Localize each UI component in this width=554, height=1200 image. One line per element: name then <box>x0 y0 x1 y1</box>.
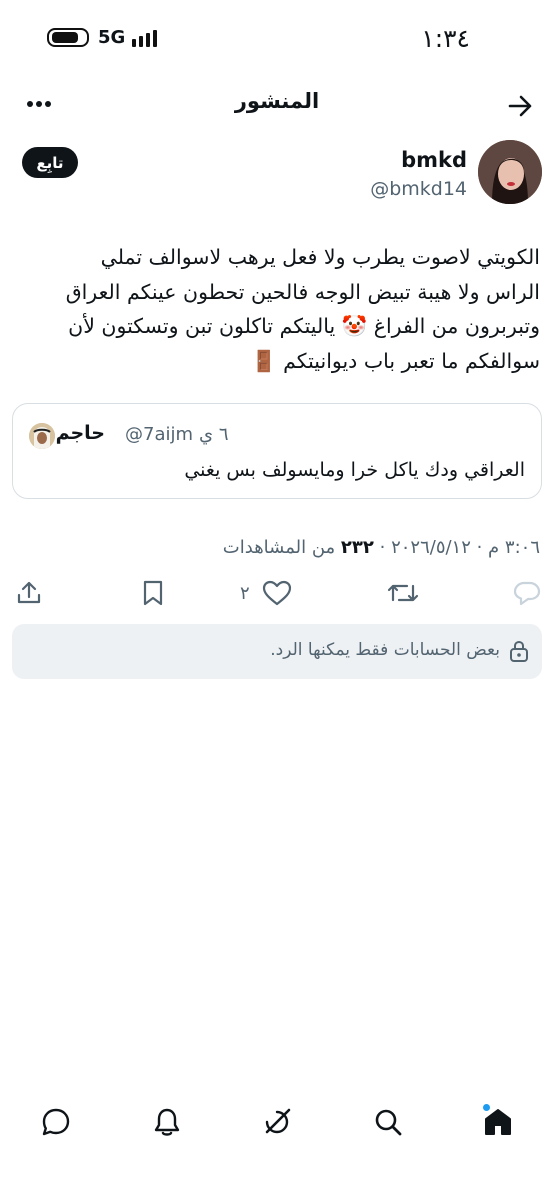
views-count: ٢٣٢ <box>340 537 374 558</box>
reply-restricted-banner: بعض الحسابات فقط يمكنها الرد. <box>12 624 542 679</box>
quoted-author-handle: @7aijm <box>125 424 194 445</box>
quoted-author-name: حاجم <box>55 422 105 444</box>
post-meta: ٣:٠٦ م · ٢٠٢٦/٥/١٢ · ٢٣٢ من المشاهدات <box>220 537 540 558</box>
quoted-text: العراقي ودك ياكل خرا ومايسولف بس يغني <box>184 459 525 481</box>
author-name[interactable]: bmkd <box>300 148 467 172</box>
page-title: المنشور <box>234 89 320 113</box>
arrow-right-icon[interactable] <box>506 92 536 120</box>
notifications-icon[interactable] <box>153 1107 181 1137</box>
like-count: ٢ <box>240 583 250 604</box>
home-icon[interactable] <box>483 1107 513 1137</box>
post-text: الكويتي لاصوت يطرب ولا فعل يرهب لاسوالف … <box>65 245 540 373</box>
network-label: 5G <box>98 27 126 48</box>
share-icon[interactable] <box>16 580 42 606</box>
reply-restricted-text: بعض الحسابات فقط يمكنها الرد. <box>270 640 500 660</box>
messages-icon[interactable] <box>41 1107 71 1137</box>
status-time: ١:٣٤ <box>421 24 470 53</box>
avatar[interactable] <box>478 140 542 204</box>
quoted-avatar <box>29 423 55 449</box>
reply-icon[interactable] <box>512 580 542 606</box>
views-label: من المشاهدات <box>222 537 336 558</box>
retweet-icon[interactable] <box>387 580 419 606</box>
author-handle[interactable]: @bmkd14 <box>300 178 467 200</box>
post-timestamp: ٣:٠٦ م · ٢٠٢٦/٥/١٢ · <box>379 537 540 558</box>
search-icon[interactable] <box>373 1107 403 1137</box>
lock-icon <box>508 639 530 663</box>
quoted-time: ٦ ي <box>199 424 229 445</box>
heart-icon[interactable] <box>262 580 292 606</box>
signal-icon <box>132 29 162 47</box>
battery-icon <box>47 28 89 47</box>
follow-button[interactable]: تابِع <box>22 147 78 178</box>
grok-icon[interactable] <box>262 1107 292 1137</box>
quoted-post[interactable]: حاجم @7aijm ٦ ي العراقي ودك ياكل خرا وما… <box>12 403 542 499</box>
bookmark-icon[interactable] <box>141 580 165 606</box>
